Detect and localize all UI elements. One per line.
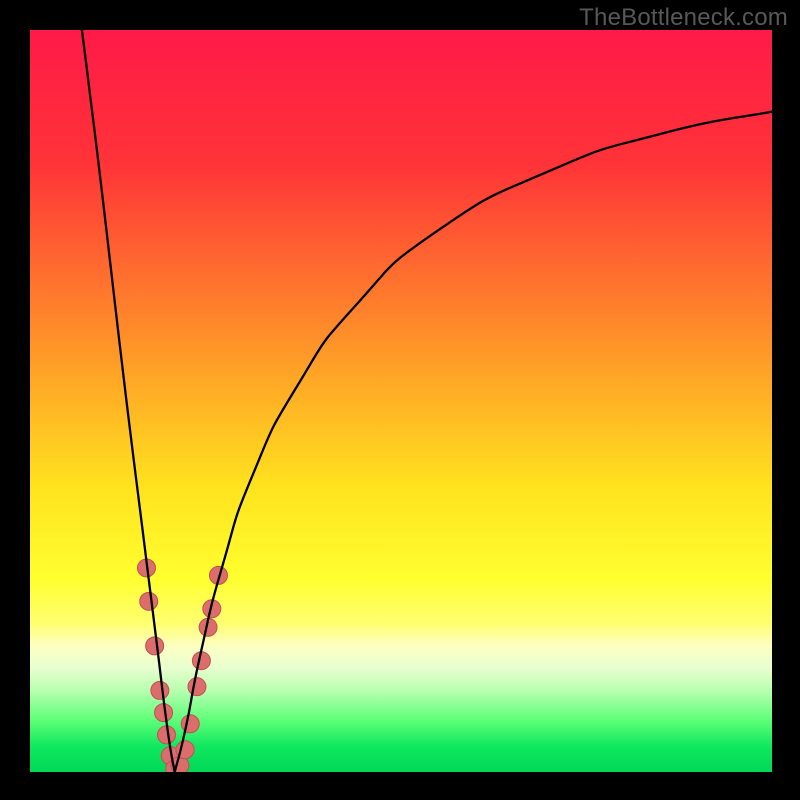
frame-left xyxy=(0,0,30,800)
highlight-marker xyxy=(151,681,169,699)
frame-right xyxy=(772,0,800,800)
highlight-marker xyxy=(181,715,199,733)
chart-frame: TheBottleneck.com xyxy=(0,0,800,800)
highlight-marker xyxy=(146,637,164,655)
gradient-background xyxy=(30,30,772,772)
chart-svg xyxy=(0,0,800,800)
highlight-marker xyxy=(188,678,206,696)
watermark-text: TheBottleneck.com xyxy=(579,4,788,32)
frame-bottom xyxy=(0,772,800,800)
highlight-marker xyxy=(140,592,158,610)
